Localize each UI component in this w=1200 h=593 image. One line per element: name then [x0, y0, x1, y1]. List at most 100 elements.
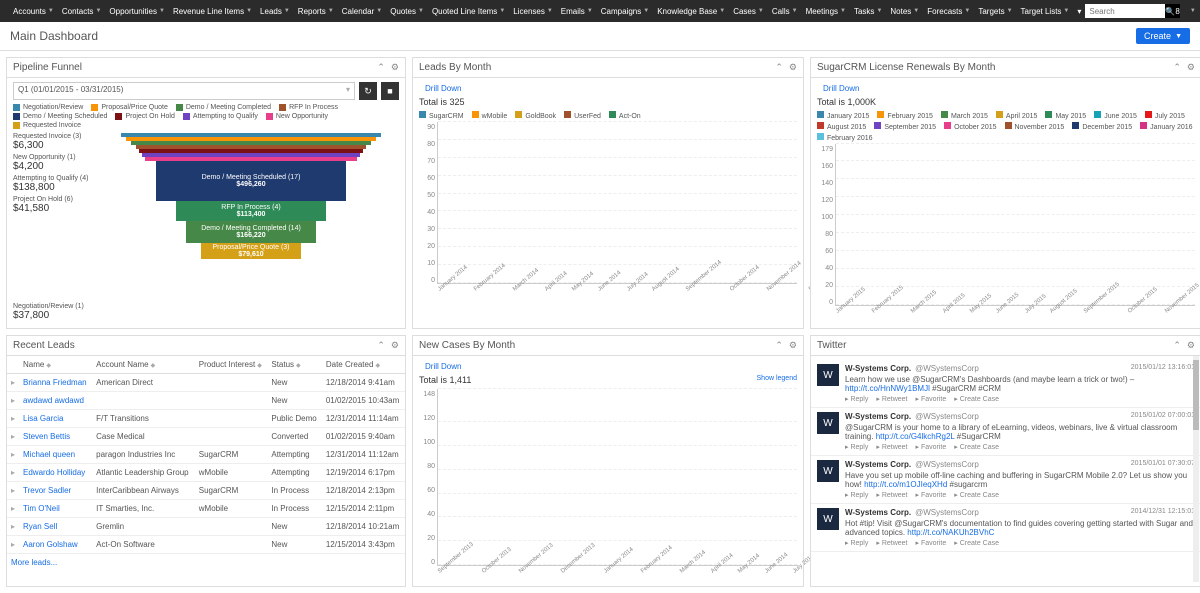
collapse-icon[interactable]: ⌃	[1173, 62, 1181, 73]
nav-item[interactable]: Cases▼	[729, 7, 768, 16]
nav-more[interactable]: ▾	[1073, 7, 1085, 16]
table-header[interactable]: Name◆	[19, 356, 92, 374]
nav-item[interactable]: Calendar▼	[338, 7, 386, 16]
row-caret-icon[interactable]: ▸	[7, 428, 19, 446]
row-caret-icon[interactable]: ▸	[7, 446, 19, 464]
refresh-icon[interactable]: ↻	[359, 82, 377, 100]
table-header[interactable]: Status◆	[267, 356, 321, 374]
tweet-action[interactable]: ▸ Retweet	[876, 396, 907, 403]
tweet-action[interactable]: ▸ Create Case	[954, 396, 999, 403]
gear-icon[interactable]: ⚙	[789, 340, 797, 351]
show-legend-link[interactable]: Show legend	[757, 375, 797, 382]
tweet-avatar[interactable]: W	[817, 460, 839, 482]
user-menu-caret[interactable]: ▼	[1184, 8, 1200, 14]
create-button[interactable]: Create▼	[1136, 28, 1190, 44]
collapse-icon[interactable]: ⌃	[377, 340, 385, 351]
nav-item[interactable]: Leads▼	[256, 7, 294, 16]
nav-item[interactable]: Forecasts▼	[923, 7, 974, 16]
legend-item: March 2015	[941, 111, 988, 120]
collapse-icon[interactable]: ⌃	[377, 62, 385, 73]
nav-item[interactable]: Emails▼	[557, 7, 597, 16]
tweet-avatar[interactable]: W	[817, 364, 839, 386]
table-header[interactable]: Date Created◆	[322, 356, 405, 374]
nav-item[interactable]: Licenses▼	[509, 7, 557, 16]
table-row[interactable]: ▸Edwardo HollidayAtlantic Leadership Gro…	[7, 464, 405, 482]
collapse-icon[interactable]: ⌃	[775, 340, 783, 351]
tweet-action[interactable]: ▸ Reply	[845, 492, 868, 499]
tweet-action[interactable]: ▸ Retweet	[876, 492, 907, 499]
more-leads-link[interactable]: More leads...	[7, 554, 405, 571]
scrollbar-thumb[interactable]	[1193, 360, 1199, 430]
tweet-action[interactable]: ▸ Retweet	[876, 540, 907, 547]
tweet-avatar[interactable]: W	[817, 508, 839, 530]
funnel-band[interactable]: RFP In Process (4)$113,400	[176, 201, 326, 221]
table-row[interactable]: ▸Ryan SellGremlinNew12/18/2014 10:21am	[7, 518, 405, 536]
funnel-band[interactable]: Proposal/Price Quote (3)$79,610	[201, 243, 301, 259]
funnel-band[interactable]: Demo / Meeting Scheduled (17)$496,260	[156, 161, 346, 201]
gear-icon[interactable]: ⚙	[391, 340, 399, 351]
funnel-band[interactable]: Demo / Meeting Completed (14)$166,220	[186, 221, 316, 243]
nav-item[interactable]: Targets▼	[974, 7, 1016, 16]
row-caret-icon[interactable]: ▸	[7, 464, 19, 482]
nav-item[interactable]: Opportunities▼	[105, 7, 169, 16]
tweet-avatar[interactable]: W	[817, 412, 839, 434]
search-button[interactable]: 🔍	[1165, 4, 1175, 18]
drill-down-link[interactable]: Drill Down	[419, 360, 467, 373]
tweet-action[interactable]: ▸ Favorite	[916, 396, 947, 403]
period-select[interactable]: Q1 (01/01/2015 - 03/31/2015) ▾	[13, 82, 355, 100]
nav-item[interactable]: Quotes▼	[386, 7, 428, 16]
notifications-button[interactable]: 8	[1175, 4, 1179, 18]
table-row[interactable]: ▸Brianna FriedmanAmerican DirectNew12/18…	[7, 374, 405, 392]
funnel-stat: Attempting to Qualify (4)$138,800	[13, 175, 103, 193]
dashlet-new-cases: New Cases By Month⌃⚙ Drill Down Total is…	[412, 335, 804, 587]
save-view-icon[interactable]: ■	[381, 82, 399, 100]
table-row[interactable]: ▸Steven BettisCase MedicalConverted01/02…	[7, 428, 405, 446]
nav-item[interactable]: Quoted Line Items▼	[428, 7, 509, 16]
tweet-action[interactable]: ▸ Create Case	[954, 444, 999, 451]
tweet-action[interactable]: ▸ Favorite	[916, 540, 947, 547]
tweet-action[interactable]: ▸ Reply	[845, 396, 868, 403]
table-header[interactable]: Account Name◆	[92, 356, 195, 374]
gear-icon[interactable]: ⚙	[1187, 62, 1195, 73]
collapse-icon[interactable]: ⌃	[775, 62, 783, 73]
table-header[interactable]: Product Interest◆	[195, 356, 268, 374]
table-row[interactable]: ▸Aaron GolshawAct-On SoftwareNew12/15/20…	[7, 536, 405, 554]
nav-item[interactable]: Contacts▼	[58, 7, 106, 16]
nav-item[interactable]: Calls▼	[768, 7, 802, 16]
table-row[interactable]: ▸Trevor SadlerInterCaribbean AirwaysSuga…	[7, 482, 405, 500]
nav-item[interactable]: Tasks▼	[850, 7, 886, 16]
gear-icon[interactable]: ⚙	[789, 62, 797, 73]
row-caret-icon[interactable]: ▸	[7, 392, 19, 410]
nav-item[interactable]: Meetings▼	[802, 7, 850, 16]
gear-icon[interactable]: ⚙	[1187, 340, 1195, 351]
tweet-action[interactable]: ▸ Favorite	[916, 492, 947, 499]
tweet-action[interactable]: ▸ Create Case	[954, 540, 999, 547]
table-row[interactable]: ▸awdawd awdawdNew01/02/2015 10:43am	[7, 392, 405, 410]
drill-down-link[interactable]: Drill Down	[419, 82, 467, 95]
search-input[interactable]	[1085, 4, 1165, 18]
row-caret-icon[interactable]: ▸	[7, 500, 19, 518]
collapse-icon[interactable]: ⌃	[1173, 340, 1181, 351]
tweet-action[interactable]: ▸ Retweet	[876, 444, 907, 451]
nav-item[interactable]: Target Lists▼	[1017, 7, 1074, 16]
tweet-action[interactable]: ▸ Create Case	[954, 492, 999, 499]
row-caret-icon[interactable]: ▸	[7, 410, 19, 428]
table-row[interactable]: ▸Michael queenparagon Industries IncSuga…	[7, 446, 405, 464]
row-caret-icon[interactable]: ▸	[7, 374, 19, 392]
table-row[interactable]: ▸Tim O'NeilIT Smarties, Inc.wMobileIn Pr…	[7, 500, 405, 518]
nav-item[interactable]: Notes▼	[886, 7, 923, 16]
tweet-action[interactable]: ▸ Reply	[845, 444, 868, 451]
row-caret-icon[interactable]: ▸	[7, 536, 19, 554]
tweet-action[interactable]: ▸ Favorite	[916, 444, 947, 451]
nav-item[interactable]: Knowledge Base▼	[653, 7, 729, 16]
row-caret-icon[interactable]: ▸	[7, 518, 19, 536]
nav-item[interactable]: Accounts▼	[9, 7, 58, 16]
nav-item[interactable]: Campaigns▼	[597, 7, 653, 16]
nav-item[interactable]: Reports▼	[294, 7, 338, 16]
nav-item[interactable]: Revenue Line Items▼	[169, 7, 256, 16]
gear-icon[interactable]: ⚙	[391, 62, 399, 73]
tweet-action[interactable]: ▸ Reply	[845, 540, 868, 547]
drill-down-link[interactable]: Drill Down	[817, 82, 865, 95]
table-row[interactable]: ▸Lisa GarciaF/T TransitionsPublic Demo12…	[7, 410, 405, 428]
row-caret-icon[interactable]: ▸	[7, 482, 19, 500]
